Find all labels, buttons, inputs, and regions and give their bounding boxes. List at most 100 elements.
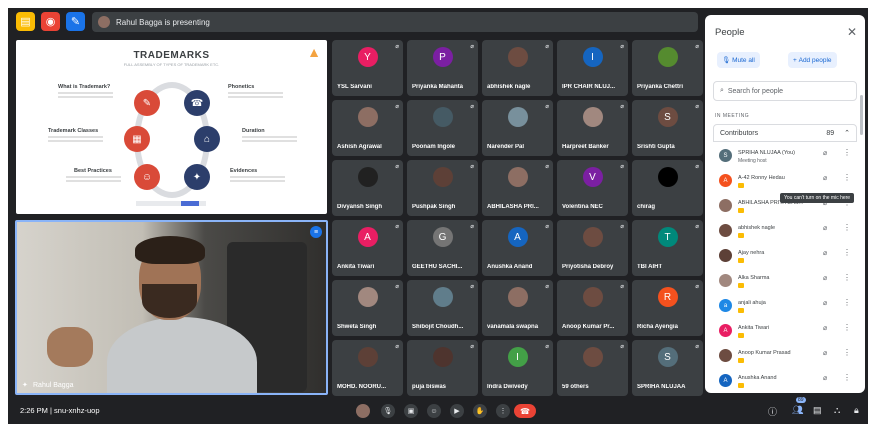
more-options-icon[interactable]: ⋮ [843, 148, 851, 157]
info-icon[interactable]: ⓘ [768, 405, 777, 418]
participant-tile[interactable]: ⌀ Ashish Agrawal [332, 100, 403, 156]
meet-window: ▤ ◉ ✎ Rahul Bagga is presenting ▲ TRADEM… [8, 8, 868, 424]
add-people-button[interactable]: + Add people [788, 52, 837, 68]
present-icon[interactable]: ▶ [450, 404, 464, 418]
participant-tile[interactable]: ⌀ vanamala swapna [482, 280, 553, 336]
participant-tile[interactable]: ⌀ I Indra Dwivedy [482, 340, 553, 396]
participant-tile[interactable]: ⌀ R Richa Ayengia [632, 280, 703, 336]
activities-icon[interactable]: ⛬ [834, 405, 840, 416]
mic-icon[interactable]: 🎙︎ [381, 404, 395, 418]
more-options-icon[interactable]: ⋮ [843, 323, 851, 332]
mic-off-icon[interactable]: ⌀ [823, 274, 827, 282]
chat-icon[interactable]: ▤ [813, 405, 822, 416]
more-options-icon[interactable]: ⋮ [843, 273, 851, 282]
mic-off-icon[interactable]: ⌀ [823, 299, 827, 307]
participant-tile[interactable]: ⌀ MOHD. NOORU... [332, 340, 403, 396]
edit-icon[interactable]: ✎ [66, 12, 85, 31]
participant-tile[interactable]: ⌀ V Volentina NEC [557, 160, 628, 216]
mic-tooltip: You can't turn on the mic here [780, 193, 855, 203]
speaker-video[interactable]: ≡ ✦ Rahul Bagga [15, 220, 328, 395]
participant-tile[interactable]: ⌀ 59 others [557, 340, 628, 396]
more-options-icon[interactable]: ⋮ [843, 173, 851, 182]
notes-icon[interactable]: ▤ [16, 12, 35, 31]
people-list-item[interactable]: Ajay nehra ⌀ ⋮ [713, 243, 857, 268]
trademark-icon: ✎ [134, 90, 160, 116]
participant-tile[interactable]: ⌀ Priyanka Chettri [632, 40, 703, 96]
pin-icon[interactable]: ✦ [22, 381, 28, 389]
people-list-item[interactable]: A A-42 Ronny Hedau ⌀ ⋮ [713, 168, 857, 193]
mute-all-button[interactable]: 🎙︎ Mute all [717, 52, 760, 68]
person-avatar: A [719, 324, 732, 337]
participant-tile[interactable]: ⌀ A Anushka Anand [482, 220, 553, 276]
mic-off-icon[interactable]: ⌀ [823, 349, 827, 357]
participant-tile[interactable]: ⌀ T TBI AIHT [632, 220, 703, 276]
people-list-item[interactable]: A Ankita Tiwari ⌀ ⋮ [713, 318, 857, 343]
contributors-header[interactable]: Contributors 89 ⌃ [713, 124, 857, 142]
person-name: Ajay nehra [738, 250, 765, 256]
participant-avatar: I [507, 347, 528, 367]
participant-tile[interactable]: ⌀ Anoop Kumar Pr... [557, 280, 628, 336]
hang-up-button[interactable]: ☎ [514, 404, 536, 418]
more-options-icon[interactable]: ⋮ [843, 348, 851, 357]
mic-off-icon[interactable]: ⌀ [823, 374, 827, 382]
more-options-icon[interactable]: ⋮ [843, 248, 851, 257]
more-options-icon[interactable]: ⋮ [843, 298, 851, 307]
participant-tile[interactable]: ⌀ Narender Pal [482, 100, 553, 156]
participant-tile[interactable]: ⌀ abhishek nagle [482, 40, 553, 96]
participant-tile[interactable]: ⌀ I IPR CHAIR NLUJ... [557, 40, 628, 96]
participant-tile[interactable]: ⌀ G GEETHU SACHI... [407, 220, 478, 276]
participant-tile[interactable]: ⌀ Y YSL Sarvani [332, 40, 403, 96]
more-options-icon[interactable]: ⋮ [496, 404, 510, 418]
participant-tile[interactable]: ⌀ Shibojit Choudh... [407, 280, 478, 336]
participant-tile[interactable]: ⌀ Shweta Singh [332, 280, 403, 336]
person-avatar: S [719, 149, 732, 162]
participant-tile[interactable]: ⌀ Poonam Ingole [407, 100, 478, 156]
participant-tile[interactable]: ⌀ Harpreet Banker [557, 100, 628, 156]
participant-tile[interactable]: ⌀ chirag [632, 160, 703, 216]
participant-avatar: Y [357, 47, 378, 67]
people-list-item[interactable]: a anjali ahuja ⌀ ⋮ [713, 293, 857, 318]
camera-icon[interactable]: ▣ [404, 404, 418, 418]
people-panel-title: People [715, 27, 745, 38]
participant-tile[interactable]: ⌀ A Ankita Tiwari [332, 220, 403, 276]
mic-off-icon[interactable]: ⌀ [823, 224, 827, 232]
mic-off-icon[interactable]: ⌀ [823, 324, 827, 332]
raise-hand-icon[interactable]: ✋ [473, 404, 487, 418]
participant-tile[interactable]: ⌀ Pushpak Singh [407, 160, 478, 216]
participant-name: Narender Pal [487, 144, 525, 150]
participant-name: Indra Dwivedy [487, 384, 528, 390]
search-input[interactable]: ⌕ Search for people [713, 81, 857, 101]
mic-off-icon[interactable]: ⌀ [823, 249, 827, 257]
mic-off-icon[interactable]: ⌀ [823, 149, 827, 157]
scrollbar[interactable] [860, 95, 863, 135]
record-icon[interactable]: ◉ [41, 12, 60, 31]
mic-off-icon: ⌀ [620, 284, 624, 290]
participant-avatar: V [582, 167, 603, 187]
mic-off-icon[interactable]: ⌀ [823, 174, 827, 182]
captions-icon[interactable]: ☺ [427, 404, 441, 418]
participant-tile[interactable]: ⌀ S Srishti Gupta [632, 100, 703, 156]
people-icon[interactable]: 👥︎ [792, 405, 803, 416]
people-list-item[interactable]: abhishek nagle ⌀ ⋮ [713, 218, 857, 243]
people-list-item[interactable]: Alka Sharma ⌀ ⋮ [713, 268, 857, 293]
people-list-item[interactable]: S SPRIHA NLUJAA (You) Meeting host ⌀ ⋮ [713, 143, 857, 168]
person-badge [738, 258, 744, 263]
host-controls-icon[interactable]: 🔒︎ [854, 405, 859, 416]
participant-tile[interactable]: ⌀ puja biswas [407, 340, 478, 396]
self-avatar[interactable] [356, 404, 370, 418]
more-options-icon[interactable]: ⋮ [843, 223, 851, 232]
participant-tile[interactable]: ⌀ Divyansh Singh [332, 160, 403, 216]
participant-tile[interactable]: ⌀ Priyotisha Debroy [557, 220, 628, 276]
more-options-icon[interactable]: ⋮ [843, 373, 851, 382]
slide-label-phonetics: Phonetics [228, 84, 255, 90]
people-list-item[interactable]: Anoop Kumar Prasad ⌀ ⋮ [713, 343, 857, 368]
participant-avatar [357, 347, 378, 367]
people-list-item[interactable]: A Anushka Anand ⌀ ⋮ [713, 368, 857, 393]
participant-tile[interactable]: ⌀ S SPRIHA NLUJAA [632, 340, 703, 396]
participant-tile[interactable]: ⌀ ABHILASHA PRI... [482, 160, 553, 216]
mic-off-icon: ⌀ [695, 284, 699, 290]
participant-tile[interactable]: ⌀ P Priyanka Mahanta [407, 40, 478, 96]
mic-off-icon: ⌀ [545, 284, 549, 290]
close-icon[interactable]: ✕ [847, 25, 857, 39]
add-people-label: Add people [798, 56, 832, 64]
